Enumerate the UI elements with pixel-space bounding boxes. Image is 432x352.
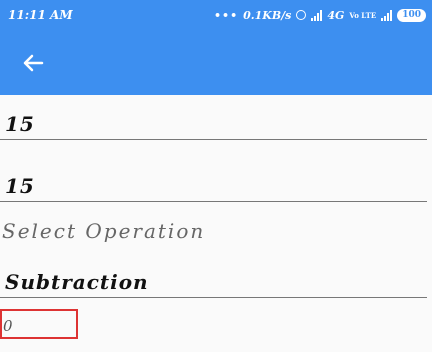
result-field: 0: [0, 309, 78, 339]
result-value: 0: [3, 317, 13, 335]
select-operation-label: Select Operation: [2, 219, 206, 243]
back-button[interactable]: [18, 48, 48, 78]
operation-value: Subtraction: [5, 270, 149, 294]
signal-icon-2: [381, 9, 393, 21]
first-number-value: 15: [5, 112, 35, 136]
app-bar: [0, 30, 432, 95]
operation-spinner[interactable]: Subtraction: [0, 258, 427, 298]
status-bar: 11:11 AM ••• 0.1KB/s 4G Vo LTE 100: [0, 0, 432, 30]
status-icons: ••• 0.1KB/s 4G Vo LTE 100: [214, 5, 426, 25]
second-number-value: 15: [5, 174, 35, 198]
more-notifications-icon: •••: [214, 8, 239, 22]
alarm-icon: [296, 10, 307, 20]
arrow-left-icon: [23, 54, 44, 72]
first-number-input[interactable]: 15: [0, 100, 427, 140]
status-time: 11:11 AM: [8, 8, 73, 22]
battery-icon: 100: [397, 8, 426, 22]
signal-icon: [311, 9, 323, 21]
volte-icon: Vo LTE: [349, 10, 377, 20]
network-type: 4G: [327, 8, 345, 22]
second-number-input[interactable]: 15: [0, 162, 427, 202]
network-speed: 0.1KB/s: [243, 8, 292, 22]
